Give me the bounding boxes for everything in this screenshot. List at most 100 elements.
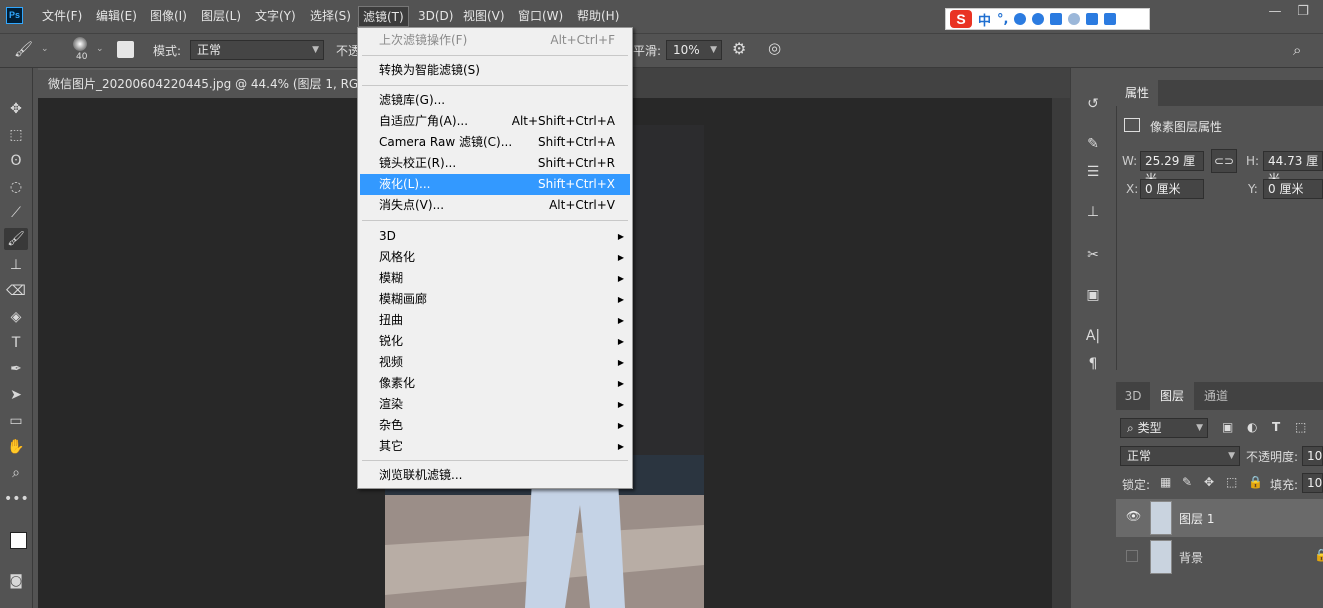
submenu-noise[interactable]: 杂色 ▶	[357, 415, 633, 436]
tab-channels[interactable]: 通道	[1194, 382, 1238, 410]
visibility-toggle[interactable]	[1126, 550, 1138, 562]
ime-toolbar[interactable]: S 中 °,	[945, 8, 1150, 30]
submenu-blur-gallery[interactable]: 模糊画廊 ▶	[357, 289, 633, 310]
menu-edit[interactable]: 编辑(E)	[92, 6, 141, 27]
brush-tool-icon[interactable]: 🖌	[4, 228, 28, 250]
minimize-button[interactable]: —	[1262, 4, 1288, 24]
move-tool-icon[interactable]: ✥	[4, 98, 28, 120]
filter-shape-icon[interactable]: ⬚	[1295, 420, 1306, 434]
menu-view[interactable]: 视图(V)	[459, 6, 509, 27]
hand-tool-icon[interactable]: ✋	[4, 436, 28, 458]
menu-item-lens-correction[interactable]: 镜头校正(R)... Shift+Ctrl+R	[357, 153, 633, 174]
lock-artboard-icon[interactable]: ⬚	[1226, 475, 1237, 489]
submenu-sharpen[interactable]: 锐化 ▶	[357, 331, 633, 352]
shirt-icon[interactable]	[1086, 13, 1099, 25]
document-tab[interactable]: 微信图片_20200604220445.jpg @ 44.4% (图层 1, R…	[38, 68, 368, 98]
eyedropper-tool-icon[interactable]: ⟋	[4, 202, 28, 224]
menu-filter[interactable]: 滤镜(T)	[358, 6, 409, 27]
stamp-tool-icon[interactable]: ⊥	[4, 254, 28, 276]
submenu-other[interactable]: 其它 ▶	[357, 436, 633, 457]
menu-item-camera-raw[interactable]: Camera Raw 滤镜(C)... Shift+Ctrl+A	[357, 132, 633, 153]
menu-help[interactable]: 帮助(H)	[573, 6, 623, 27]
grid-menu-icon[interactable]	[1104, 13, 1117, 25]
chevron-down-icon[interactable]: ⌄	[96, 44, 104, 54]
menu-file[interactable]: 文件(F)	[38, 6, 86, 27]
foreground-color-swatch[interactable]	[10, 532, 27, 549]
submenu-3d[interactable]: 3D ▶	[357, 226, 633, 247]
menu-window[interactable]: 窗口(W)	[514, 6, 567, 27]
menu-item-adaptive-wide-angle[interactable]: 自适应广角(A)... Alt+Shift+Ctrl+A	[357, 111, 633, 132]
restore-button[interactable]: ❐	[1290, 4, 1316, 24]
menu-image[interactable]: 图像(I)	[146, 6, 191, 27]
emoji-icon[interactable]	[1014, 13, 1027, 25]
submenu-stylize[interactable]: 风格化 ▶	[357, 247, 633, 268]
pressure-icon[interactable]: ◎	[768, 39, 781, 57]
submenu-blur[interactable]: 模糊 ▶	[357, 268, 633, 289]
tab-properties[interactable]: 属性	[1116, 80, 1158, 106]
path-select-tool-icon[interactable]: ➤	[4, 384, 28, 406]
zoom-tool-icon[interactable]: ⌕	[4, 462, 28, 484]
lock-all-icon[interactable]: 🔒	[1248, 475, 1263, 489]
layer-filter-select[interactable]: ⌕ 类型 ▼	[1120, 418, 1208, 438]
submenu-render[interactable]: 渲染 ▶	[357, 394, 633, 415]
adjustments-icon[interactable]: ☰	[1080, 160, 1106, 184]
pen-tool-icon[interactable]: ✒	[4, 358, 28, 380]
search-icon[interactable]: ⌕	[1293, 41, 1301, 59]
lock-position-icon[interactable]: ✥	[1204, 475, 1214, 489]
height-field[interactable]: 44.73 厘米	[1263, 151, 1323, 186]
link-icon[interactable]: ⊂⊃	[1211, 149, 1237, 173]
filter-pixel-icon[interactable]: ▣	[1222, 420, 1233, 434]
layer-row[interactable]: 👁 图层 1	[1116, 499, 1323, 537]
menu-select[interactable]: 选择(S)	[306, 6, 355, 27]
lasso-tool-icon[interactable]: ʘ	[4, 150, 28, 172]
chevron-down-icon[interactable]: ⌄	[41, 44, 49, 54]
user-icon[interactable]	[1068, 13, 1081, 25]
tool-presets-icon[interactable]: ✂	[1080, 243, 1106, 267]
menu-layer[interactable]: 图层(L)	[197, 6, 245, 27]
vertical-scrollbar[interactable]	[1052, 98, 1070, 608]
menu-item-vanishing-point[interactable]: 消失点(V)... Alt+Ctrl+V	[357, 195, 633, 216]
gear-icon[interactable]: ⚙	[732, 39, 746, 58]
marquee-tool-icon[interactable]: ⬚	[4, 124, 28, 146]
width-field[interactable]: 25.29 厘米	[1140, 151, 1204, 186]
opacity-field[interactable]: 100	[1302, 446, 1323, 466]
menu-item-filter-gallery[interactable]: 滤镜库(G)...	[357, 90, 633, 111]
microphone-icon[interactable]	[1032, 13, 1045, 25]
menu-item-browse-online-filters[interactable]: 浏览联机滤镜...	[357, 465, 633, 486]
tab-layers[interactable]: 图层	[1150, 382, 1194, 410]
eye-icon[interactable]: 👁	[1126, 509, 1141, 523]
menu-3d[interactable]: 3D(D)	[414, 6, 457, 27]
menu-item-smart-filter[interactable]: 转换为智能滤镜(S)	[357, 60, 633, 81]
lock-transparent-icon[interactable]: ▦	[1160, 475, 1171, 489]
history-panel-icon[interactable]: ↺	[1080, 92, 1106, 116]
layer-name[interactable]: 图层 1	[1179, 510, 1214, 527]
character-panel-icon[interactable]: A|	[1080, 324, 1106, 348]
type-tool-icon[interactable]: T	[4, 332, 28, 354]
menu-type[interactable]: 文字(Y)	[251, 6, 300, 27]
x-field[interactable]: 0 厘米	[1140, 179, 1204, 199]
mode-select[interactable]: 正常 ▼	[190, 40, 324, 60]
filter-adjustment-icon[interactable]: ◐	[1247, 420, 1257, 434]
layer-row[interactable]: 背景 🔒	[1116, 538, 1323, 576]
eraser-tool-icon[interactable]: ⌫	[4, 280, 28, 302]
blend-mode-select[interactable]: 正常 ▼	[1120, 446, 1240, 466]
more-tools-icon[interactable]: •••	[4, 488, 29, 510]
filter-type-icon[interactable]: T	[1272, 420, 1280, 434]
smooth-select[interactable]: 10% ▼	[666, 40, 722, 60]
brush-tool-icon[interactable]: 🖌	[14, 40, 38, 60]
y-field[interactable]: 0 厘米	[1263, 179, 1323, 199]
ime-punct-label[interactable]: °,	[997, 12, 1008, 27]
submenu-pixelate[interactable]: 像素化 ▶	[357, 373, 633, 394]
lock-pixels-icon[interactable]: ✎	[1182, 475, 1192, 489]
submenu-distort[interactable]: 扭曲 ▶	[357, 310, 633, 331]
tab-3d[interactable]: 3D	[1116, 382, 1150, 410]
layer-name[interactable]: 背景	[1179, 549, 1203, 566]
menu-item-liquify[interactable]: 液化(L)... Shift+Ctrl+X	[360, 174, 630, 195]
rectangle-tool-icon[interactable]: ▭	[4, 410, 28, 432]
paragraph-panel-icon[interactable]: ¶	[1080, 352, 1106, 376]
brush-panel-toggle-icon[interactable]	[117, 41, 134, 58]
ime-mode-label[interactable]: 中	[978, 10, 991, 29]
brush-preview-icon[interactable]	[73, 37, 87, 51]
fill-field[interactable]: 100	[1302, 473, 1323, 493]
brush-settings-icon[interactable]: ✎	[1080, 132, 1106, 156]
